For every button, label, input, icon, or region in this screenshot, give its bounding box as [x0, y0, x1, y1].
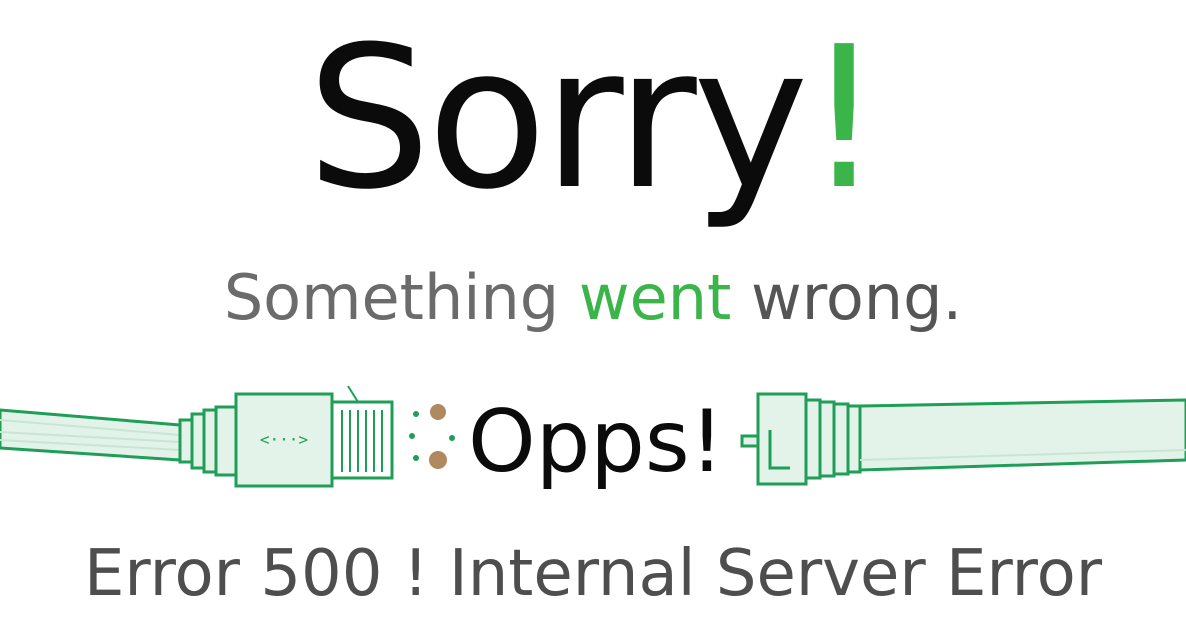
opps-text: Opps! [468, 392, 725, 492]
sparks-icon [409, 404, 455, 469]
connector-glyph: <···> [260, 430, 308, 449]
right-plug-icon [740, 392, 862, 486]
subheading-part1: Something [223, 261, 579, 334]
subheading-part3: wrong. [731, 261, 963, 334]
page-title: Sorry! [0, 14, 1186, 224]
title-text: Sorry [306, 5, 809, 233]
left-cable-icon [0, 408, 182, 462]
subheading-accent: went [578, 261, 732, 334]
subheading: Something went wrong. [0, 262, 1186, 334]
title-exclamation: ! [804, 5, 884, 233]
right-cable-icon [858, 398, 1186, 472]
left-plug-icon: <···> [178, 385, 394, 488]
error-page: Sorry! Something went wrong. <···> Opps!… [0, 0, 1186, 622]
error-message: Error 500 ! Internal Server Error [83, 537, 1103, 611]
